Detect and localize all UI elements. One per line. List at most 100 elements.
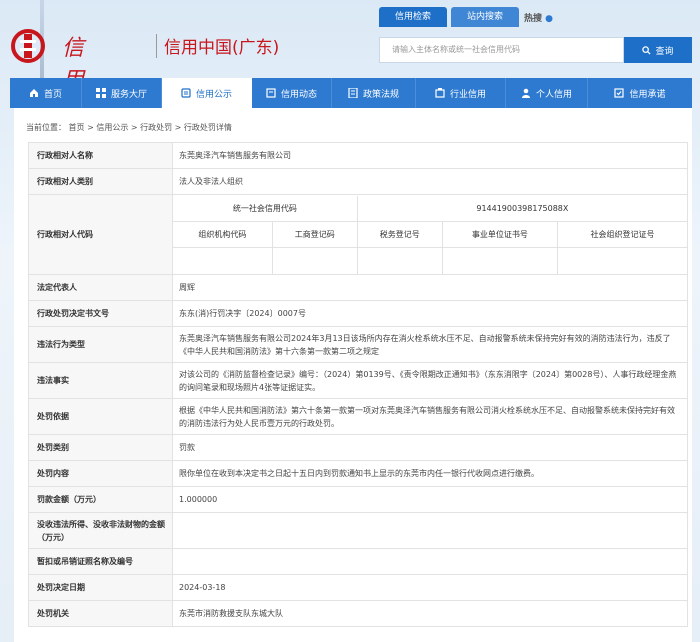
row-label: 行政相对人代码 [28,194,173,275]
row-value: 东东(消)行罚决字〔2024〕0007号 [172,300,688,327]
site-logo[interactable]: 信用广东 信用中国(广东) [10,28,279,157]
row-value: 对该公司的《消防监督检查记录》编号：（2024）第0139号、《责令限期改正通知… [172,362,688,399]
row-label: 违法事实 [28,362,173,399]
code-header: 统一社会信用代码 [173,195,358,222]
nav-industry-credit[interactable]: 行业信用 [416,78,506,108]
nav-credit-publicity-label: 信用公示 [195,89,232,100]
row-label: 处罚类别 [28,434,173,461]
nav-credit-commitment-label: 信用承诺 [629,89,666,100]
nav-service-hall[interactable]: 服务大厅 [82,78,162,108]
row-value: 东莞市消防救援支队东城大队 [172,600,688,627]
code-sub-header: 税务登记号 [357,221,443,248]
credit-logo-icon [10,28,50,64]
row-value: 法人及非法人组织 [172,168,688,195]
row-value: 周辉 [172,274,688,301]
user-icon [521,88,530,98]
table-row: 行政相对人名称 东莞奥泽汽车销售服务有限公司 [28,142,688,169]
news-icon [266,88,276,98]
code-value: 91441900398175088X [357,195,687,222]
nav-policy-label: 政策法规 [362,89,399,100]
logo-text: 信用中国(广东) [164,38,280,58]
code-sub-value [442,247,559,274]
table-row: 法定代表人 周辉 [28,274,688,301]
code-sub-header: 事业单位证书号 [442,221,559,248]
code-sub-header: 社会组织登记证号 [557,221,687,248]
table-row: 处罚依据 根据《中华人民共和国消防法》第六十条第一款第一项对东莞奥泽汽车销售服务… [28,398,688,435]
tab-credit-search[interactable]: 信用检索 [379,7,448,27]
table-row: 行政处罚决定书文号 东东(消)行罚决字〔2024〕0007号 [28,300,688,327]
table-row: 行政相对人类别 法人及非法人组织 [28,168,688,195]
search-button[interactable]: 查询 [624,37,692,63]
breadcrumb: 当前位置： 首页 > 信用公示 > 行政处罚 > 行政处罚详情 [26,123,232,132]
nav-home[interactable]: 首页 [10,78,82,108]
hot-search-link[interactable]: 热搜 ● [524,11,553,24]
code-sub-value [272,247,358,274]
row-value: 罚款 [172,434,688,461]
row-value: 根据《中华人民共和国消防法》第六十条第一款第一项对东莞奥泽汽车销售服务有限公司消… [172,398,688,435]
row-label: 法定代表人 [28,274,173,301]
industry-icon [435,88,445,98]
row-label: 处罚决定日期 [28,574,173,601]
row-value: 东莞奥泽汽车销售服务有限公司 [172,142,688,169]
code-sub-header: 工商登记码 [272,221,358,248]
publicity-icon [181,88,191,98]
row-label: 罚款金额（万元） [28,486,173,513]
row-label: 行政相对人名称 [28,142,173,169]
detail-panel: 当前位置： 首页 > 信用公示 > 行政处罚 > 行政处罚详情 行政相对人名称 … [14,108,692,642]
row-value: 东莞奥泽汽车销售服务有限公司2024年3月13日该场所内存在消火栓系统水压不足、… [172,326,688,363]
table-row: 罚款金额（万元） 1.000000 [28,486,688,513]
table-row: 暂扣或吊销证照名称及编号 [28,548,688,575]
row-label: 处罚内容 [28,460,173,487]
hot-search-label: 热搜 [524,14,543,24]
code-table: 统一社会信用代码 91441900398175088X 组织机构代码 工商登记码… [173,195,687,274]
row-value: 1.000000 [172,486,688,513]
table-row: 违法行为类型 东莞奥泽汽车销售服务有限公司2024年3月13日该场所内存在消火栓… [28,326,688,363]
search-icon [642,45,652,55]
main-nav: 首页 服务大厅 信用公示 信用动态 政策法规 行业信用 个人信用 信用承诺 [10,78,692,108]
search-button-label: 查询 [655,46,674,57]
table-row: 行政相对人代码 统一社会信用代码 91441900398175088X 组织机构… [28,194,688,275]
logo-divider [156,34,157,58]
row-label: 行政处罚决定书文号 [28,300,173,327]
nav-credit-news[interactable]: 信用动态 [252,78,332,108]
policy-icon [348,88,358,98]
table-row: 处罚内容 限你单位在收到本决定书之日起十五日内到罚款通知书上显示的东莞市内任一银… [28,460,688,487]
row-label: 暂扣或吊销证照名称及编号 [28,548,173,575]
row-label: 处罚依据 [28,398,173,435]
nav-personal-credit[interactable]: 个人信用 [506,78,588,108]
nav-credit-news-label: 信用动态 [280,89,317,100]
site-header: 信用广东 信用中国(广东) 信用检索 站内搜索 热搜 ● 请输入主体名称或统一社… [0,0,700,157]
row-value [172,548,688,575]
code-sub-header: 组织机构代码 [173,221,273,248]
row-value: 限你单位在收到本决定书之日起十五日内到罚款通知书上显示的东莞市内任一银行代收网点… [172,460,688,487]
code-sub-value [558,248,687,274]
nav-credit-publicity[interactable]: 信用公示 [162,78,252,108]
nav-industry-credit-label: 行业信用 [449,89,486,100]
row-label: 行政相对人类别 [28,168,173,195]
row-value: 2024-03-18 [172,574,688,601]
code-sub-value [173,247,273,274]
nav-policy[interactable]: 政策法规 [332,78,416,108]
table-row: 处罚决定日期 2024-03-18 [28,574,688,601]
code-sub-value [357,247,443,274]
table-row: 处罚类别 罚款 [28,434,688,461]
fire-icon: ● [545,14,554,24]
tab-site-search[interactable]: 站内搜索 [451,7,520,27]
commitment-icon [614,88,625,98]
grid-icon [95,88,106,98]
nav-personal-credit-label: 个人信用 [535,89,572,100]
nav-home-label: 首页 [43,89,62,100]
row-label: 违法行为类型 [28,326,173,363]
nav-service-hall-label: 服务大厅 [110,89,147,100]
search-tabs: 信用检索 站内搜索 [379,7,520,27]
search-input[interactable]: 请输入主体名称或统一社会信用代码 [379,37,624,63]
penalty-detail-table: 行政相对人名称 东莞奥泽汽车销售服务有限公司 行政相对人类别 法人及非法人组织 … [28,142,688,627]
code-cell: 统一社会信用代码 91441900398175088X 组织机构代码 工商登记码… [172,194,688,275]
nav-credit-commitment[interactable]: 信用承诺 [588,78,692,108]
row-label: 没收违法所得、没收非法财物的金额（万元） [28,512,173,549]
row-label: 处罚机关 [28,600,173,627]
row-value [172,512,688,549]
table-row: 违法事实 对该公司的《消防监督检查记录》编号：（2024）第0139号、《责令限… [28,362,688,399]
table-row: 没收违法所得、没收非法财物的金额（万元） [28,512,688,549]
home-icon [29,89,38,97]
